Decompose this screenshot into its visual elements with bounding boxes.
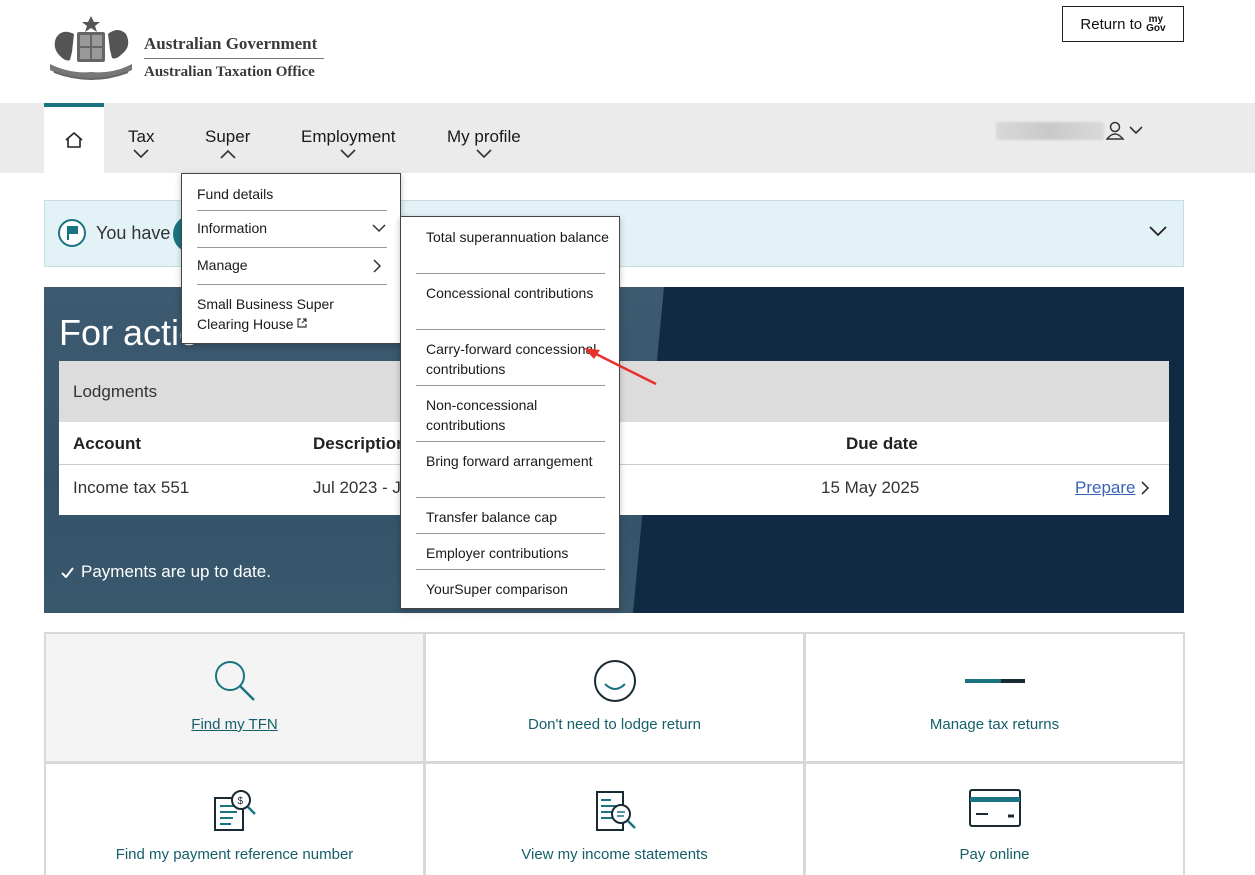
svg-text:$: $ (237, 796, 243, 807)
user-name-redacted (996, 122, 1104, 140)
menu-total-super-balance[interactable]: Total superannuation balance (426, 227, 611, 247)
chevron-right-icon (1141, 481, 1150, 495)
tile-label: Don't need to lodge return (528, 716, 701, 733)
document-search-icon: $ (213, 790, 256, 831)
quick-links: Find my TFN Don't need to lodge return M… (44, 632, 1185, 875)
nav-my-profile-label: My profile (447, 127, 521, 146)
return-label: Return to (1080, 15, 1143, 33)
nav-tax[interactable]: Tax (128, 127, 154, 159)
menu-manage[interactable]: Manage (197, 255, 387, 275)
menu-transfer-balance-cap[interactable]: Transfer balance cap (426, 507, 611, 527)
payment-status-text: Payments are up to date. (81, 562, 271, 581)
chevron-down-icon (476, 149, 492, 159)
chevron-down-icon[interactable] (1149, 225, 1167, 237)
annotation-arrow-icon (584, 348, 657, 386)
menu-manage-label: Manage (197, 257, 248, 273)
nav-super-label: Super (205, 127, 251, 146)
tile-label: Manage tax returns (929, 716, 1060, 733)
user-menu[interactable] (1105, 121, 1146, 146)
tile-dont-need-to-lodge[interactable]: Don't need to lodge return (424, 632, 805, 763)
mygov-bottom: Gov (1146, 23, 1166, 34)
col-description: Description (313, 434, 407, 453)
magnifier-icon (214, 661, 255, 701)
menu-bring-forward-arrangement[interactable]: Bring forward arrangement (426, 451, 611, 471)
checkmark-icon (61, 566, 74, 578)
external-link-icon (297, 318, 307, 328)
nav-super[interactable]: Super (205, 127, 250, 159)
chevron-down-icon (372, 224, 386, 233)
tile-label: Find my TFN (191, 716, 278, 733)
menu-employer-contributions[interactable]: Employer contributions (426, 543, 611, 563)
coat-of-arms-icon (50, 16, 132, 80)
menu-information-label: Information (197, 220, 268, 236)
menu-yoursuper-comparison[interactable]: YourSuper comparison (426, 579, 611, 599)
nav-employment[interactable]: Employment (301, 127, 395, 159)
nav-tax-label: Tax (128, 127, 155, 146)
tile-manage-tax-returns[interactable]: Manage tax returns (804, 632, 1185, 763)
menu-sbsch-label: Small Business Super Clearing House (197, 296, 334, 332)
org-line2: Australian Taxation Office (144, 64, 315, 80)
nav-employment-label: Employment (301, 127, 396, 146)
for-action-title: For actio (59, 312, 200, 353)
statement-search-icon (595, 791, 636, 831)
chevron-down-icon (133, 149, 149, 159)
menu-concessional-contributions[interactable]: Concessional contributions (426, 283, 611, 303)
chevron-down-icon (340, 149, 356, 159)
ato-logo[interactable]: Australian Government Australian Taxatio… (44, 14, 334, 84)
cell-account: Income tax 551 (73, 478, 190, 497)
tile-pay-online[interactable]: Pay online (804, 762, 1185, 875)
payment-status: Payments are up to date. (61, 562, 271, 582)
user-icon (1105, 121, 1143, 140)
cell-description: Jul 2023 - J (313, 478, 401, 497)
menu-information[interactable]: Information (197, 218, 387, 238)
information-submenu: Total superannuation balance Concessiona… (400, 216, 620, 609)
mygov-logo: my Gov (1146, 15, 1166, 34)
col-account: Account (73, 434, 141, 453)
smile-icon (593, 660, 636, 702)
super-dropdown: Fund details Information Manage Small Bu… (181, 173, 401, 344)
tile-find-my-tfn[interactable]: Find my TFN (44, 632, 425, 763)
nav-home[interactable] (44, 103, 104, 173)
main-nav: Tax Super Employment My profile (0, 103, 1255, 173)
menu-sbsch[interactable]: Small Business Super Clearing House (197, 294, 347, 334)
cell-due-date: 15 May 2025 (821, 478, 920, 497)
prepare-link[interactable]: Prepare (1075, 478, 1135, 498)
org-line1: Australian Government (144, 34, 324, 59)
nav-my-profile[interactable]: My profile (447, 127, 521, 159)
progress-line-icon (964, 679, 1025, 683)
col-due-date: Due date (846, 434, 918, 453)
tile-label: View my income statements (521, 846, 708, 863)
tile-label: Pay online (959, 846, 1030, 863)
menu-non-concessional-contributions[interactable]: Non-concessional contributions (426, 395, 611, 435)
notification-text: You have (96, 223, 171, 243)
tile-label: Find my payment reference number (115, 846, 354, 863)
tile-find-payment-reference[interactable]: $ Find my payment reference number (44, 762, 425, 875)
card-icon (968, 789, 1021, 827)
menu-fund-details[interactable]: Fund details (197, 184, 387, 204)
home-icon (65, 132, 83, 148)
chevron-up-icon (220, 149, 236, 159)
return-to-mygov-button[interactable]: Return to my Gov (1062, 6, 1184, 42)
tile-view-income-statements[interactable]: View my income statements (424, 762, 805, 875)
chevron-right-icon (373, 259, 382, 273)
flag-icon (58, 219, 86, 247)
